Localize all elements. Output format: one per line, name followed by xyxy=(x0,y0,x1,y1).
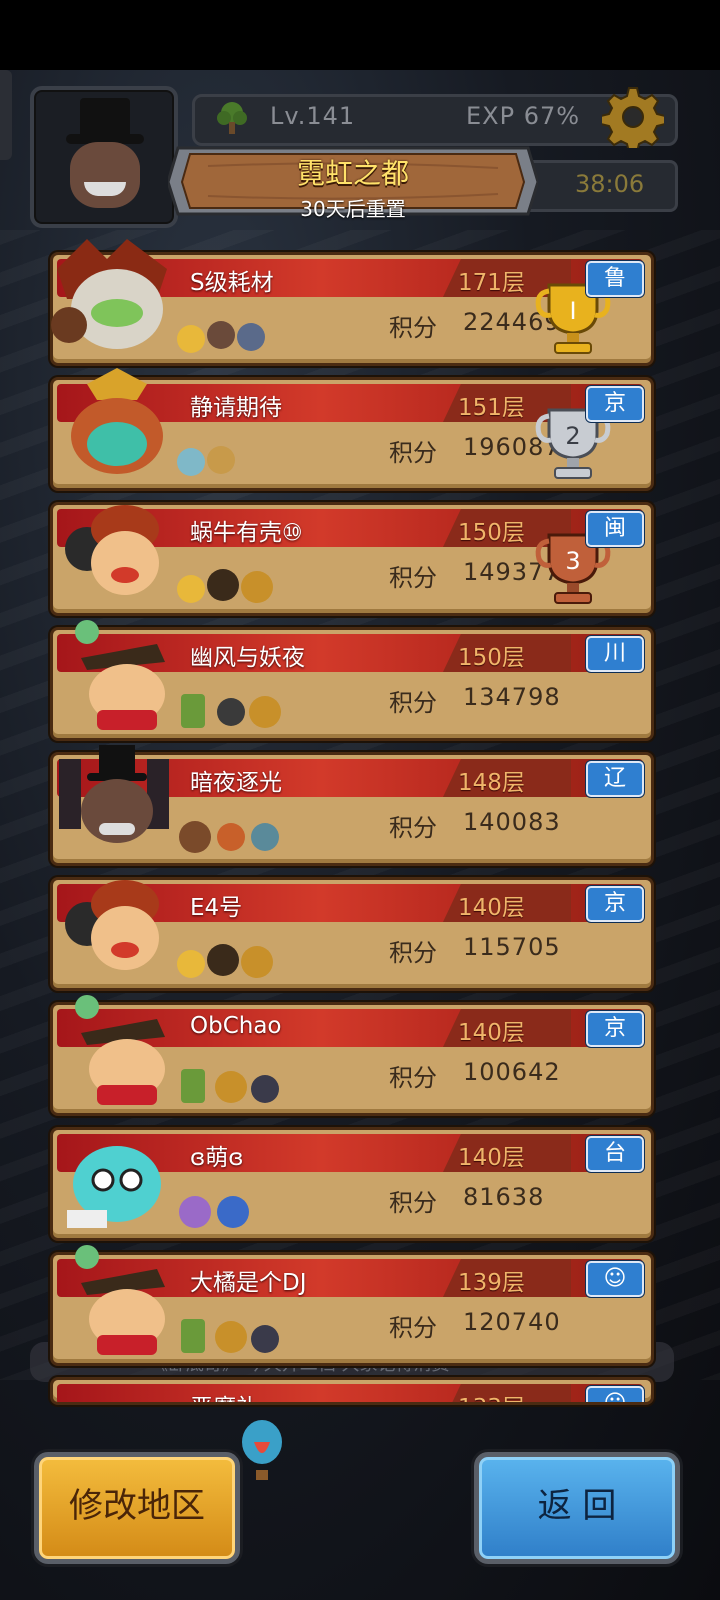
floor-count: 140层 xyxy=(458,1145,525,1171)
gear-icon[interactable] xyxy=(602,86,664,148)
rank-row-partial[interactable]: 恶魔礼 133层 ☺ xyxy=(50,1377,654,1405)
side-tab[interactable] xyxy=(0,70,12,160)
top-hat-shape xyxy=(80,98,130,138)
player-name: 大橘是个DJ xyxy=(190,1270,307,1296)
player-name: 暗夜逐光 xyxy=(190,770,282,796)
hero-avatar-icon xyxy=(59,745,169,843)
change-region-button[interactable]: 修改地区 xyxy=(34,1452,240,1564)
score-label: 积分 xyxy=(389,439,437,467)
player-name: ɞ萌ɞ xyxy=(190,1145,244,1171)
hero-avatar-icon xyxy=(75,995,165,1105)
floor-count: 171层 xyxy=(458,270,525,296)
floor-count: 150层 xyxy=(458,645,525,671)
region-badge: ☺ xyxy=(586,1261,644,1297)
pet-icons xyxy=(177,944,273,978)
score-label: 积分 xyxy=(389,1189,437,1217)
score-value: 120740 xyxy=(463,1308,561,1336)
pet-icons xyxy=(177,569,273,603)
player-name: ObChao xyxy=(190,1013,282,1039)
player-name: 静请期待 xyxy=(190,395,282,421)
rank-row[interactable]: 暗夜逐光 148层 积分 140083 辽 xyxy=(50,745,654,866)
floor-count: 133层 xyxy=(458,1388,525,1402)
hero-avatar-icon xyxy=(65,505,159,595)
score-label: 积分 xyxy=(389,314,437,342)
floor-count: 140层 xyxy=(458,895,525,921)
hero-avatar-icon xyxy=(51,239,167,349)
rank-row[interactable]: ObChao 140层 积分 100642 京 xyxy=(50,995,654,1116)
map-title: 霓虹之都 xyxy=(296,157,409,190)
floor-count: 151层 xyxy=(458,395,525,421)
exp-text: EXP 67% xyxy=(466,102,581,130)
region-badge: 京 xyxy=(586,1011,644,1047)
score-value: 140083 xyxy=(463,808,561,836)
pet-icons xyxy=(177,321,265,353)
player-name: E4号 xyxy=(190,895,243,921)
svg-text:I: I xyxy=(569,297,576,325)
pet-icons xyxy=(179,1196,249,1228)
hot-air-balloon-icon xyxy=(242,1420,282,1480)
score-label: 积分 xyxy=(389,564,437,592)
hero-avatar-icon xyxy=(67,1146,161,1228)
player-name: 恶魔礼 xyxy=(190,1388,259,1402)
reset-countdown: 30天后重置 xyxy=(300,197,406,221)
reset-timer: 38:06 xyxy=(575,170,645,198)
score-value: 115705 xyxy=(463,933,561,961)
rank-row[interactable]: S级耗材 171层 积分 224469 I 鲁 xyxy=(50,239,654,366)
score-label: 积分 xyxy=(389,1314,437,1342)
level-text: Lv.141 xyxy=(270,102,356,130)
avatar-face xyxy=(70,142,140,208)
region-badge: 鲁 xyxy=(586,261,644,297)
status-bar-area xyxy=(0,0,720,70)
region-badge: 辽 xyxy=(586,761,644,797)
hero-avatar-icon xyxy=(71,368,163,474)
svg-text:2: 2 xyxy=(565,422,580,450)
pet-icons xyxy=(177,446,235,476)
score-value: 81638 xyxy=(463,1183,545,1211)
floor-count: 140层 xyxy=(458,1020,525,1046)
floor-count: 148层 xyxy=(458,770,525,796)
score-label: 积分 xyxy=(389,1064,437,1092)
score-label: 积分 xyxy=(389,689,437,717)
region-badge: 台 xyxy=(586,1136,644,1172)
back-button[interactable]: 返 回 xyxy=(474,1452,680,1564)
rank-row[interactable]: 大橘是个DJ 139层 积分 120740 ☺ xyxy=(50,1245,654,1366)
tree-icon xyxy=(217,102,247,134)
score-label: 积分 xyxy=(389,814,437,842)
region-badge: ☺ xyxy=(586,1386,644,1402)
region-badge: 京 xyxy=(586,386,644,422)
player-name: 幽风与妖夜 xyxy=(190,645,305,671)
rank-row[interactable]: 幽风与妖夜 150层 积分 134798 川 xyxy=(50,620,654,741)
player-avatar[interactable] xyxy=(30,86,178,228)
region-badge: 川 xyxy=(586,636,644,672)
score-value: 100642 xyxy=(463,1058,561,1086)
hero-avatar-icon xyxy=(65,880,159,970)
floor-count: 139层 xyxy=(458,1270,525,1296)
pet-icons xyxy=(181,1069,279,1103)
region-badge: 京 xyxy=(586,886,644,922)
score-value: 134798 xyxy=(463,683,561,711)
rank-row[interactable]: 蜗牛有壳⑩ 150层 积分 149377 3 闽 xyxy=(50,502,654,616)
rank-row[interactable]: 静请期待 151层 积分 196087 2 京 xyxy=(50,368,654,491)
player-name: S级耗材 xyxy=(190,270,274,296)
pet-icons xyxy=(179,821,279,853)
svg-text:3: 3 xyxy=(565,547,580,575)
rank-row[interactable]: E4号 140层 积分 115705 京 xyxy=(50,877,654,991)
score-label: 积分 xyxy=(389,939,437,967)
pet-icons xyxy=(181,1319,279,1353)
pet-icons xyxy=(181,694,281,728)
hero-avatar-icon xyxy=(75,1245,165,1355)
region-badge: 闽 xyxy=(586,511,644,547)
floor-count: 150层 xyxy=(458,520,525,546)
player-name: 蜗牛有壳⑩ xyxy=(190,520,303,546)
rank-row[interactable]: ɞ萌ɞ 140层 积分 81638 台 xyxy=(50,1127,654,1241)
hero-avatar-icon xyxy=(75,620,165,730)
